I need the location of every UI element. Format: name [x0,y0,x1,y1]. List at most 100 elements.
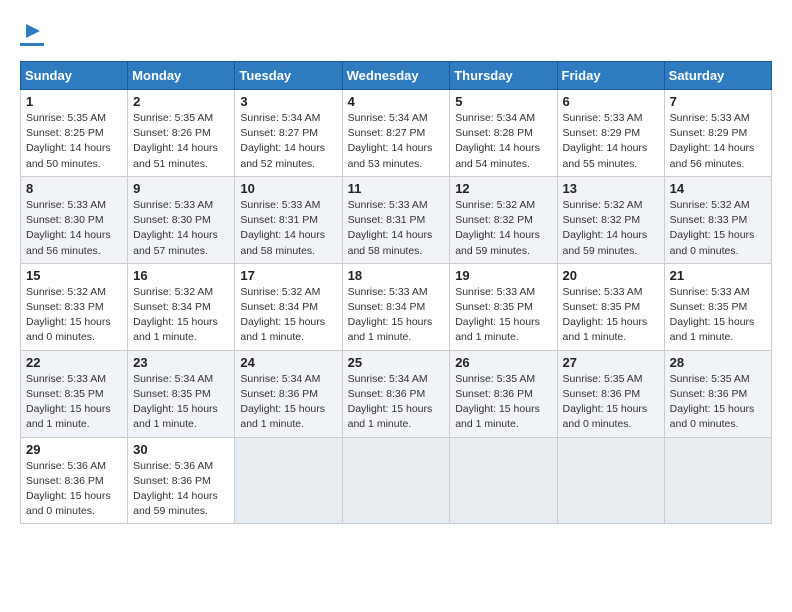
day-sunrise: Sunrise: 5:32 AM [133,286,213,298]
page-header [20,20,772,46]
day-sunrise: Sunrise: 5:32 AM [455,199,535,211]
calendar-cell: 16 Sunrise: 5:32 AM Sunset: 8:34 PM Dayl… [128,263,235,350]
day-number: 24 [240,355,336,370]
day-sunrise: Sunrise: 5:35 AM [563,373,643,385]
day-sunset: Sunset: 8:35 PM [563,301,641,313]
calendar-cell [664,437,771,524]
day-number: 5 [455,94,551,109]
day-sunrise: Sunrise: 5:33 AM [26,373,106,385]
day-sunset: Sunset: 8:36 PM [26,475,104,487]
day-number: 21 [670,268,766,283]
calendar-cell [235,437,342,524]
calendar-cell: 18 Sunrise: 5:33 AM Sunset: 8:34 PM Dayl… [342,263,450,350]
day-sunrise: Sunrise: 5:33 AM [348,286,428,298]
day-sunrise: Sunrise: 5:34 AM [133,373,213,385]
day-sunset: Sunset: 8:33 PM [670,214,748,226]
calendar-cell: 8 Sunrise: 5:33 AM Sunset: 8:30 PM Dayli… [21,176,128,263]
day-number: 28 [670,355,766,370]
day-number: 9 [133,181,229,196]
day-number: 18 [348,268,445,283]
day-sunset: Sunset: 8:35 PM [670,301,748,313]
logo-underline [20,43,44,46]
day-number: 29 [26,442,122,457]
calendar-cell: 14 Sunrise: 5:32 AM Sunset: 8:33 PM Dayl… [664,176,771,263]
calendar-cell: 6 Sunrise: 5:33 AM Sunset: 8:29 PM Dayli… [557,90,664,177]
calendar-cell: 10 Sunrise: 5:33 AM Sunset: 8:31 PM Dayl… [235,176,342,263]
day-daylight: Daylight: 15 hours and 1 minute. [455,403,540,430]
day-sunrise: Sunrise: 5:33 AM [348,199,428,211]
calendar-cell: 9 Sunrise: 5:33 AM Sunset: 8:30 PM Dayli… [128,176,235,263]
day-sunset: Sunset: 8:26 PM [133,127,211,139]
calendar-cell [557,437,664,524]
day-sunset: Sunset: 8:25 PM [26,127,104,139]
day-daylight: Daylight: 15 hours and 1 minute. [455,316,540,343]
calendar-cell: 27 Sunrise: 5:35 AM Sunset: 8:36 PM Dayl… [557,350,664,437]
day-sunset: Sunset: 8:28 PM [455,127,533,139]
day-daylight: Daylight: 15 hours and 0 minutes. [26,316,111,343]
weekday-header-friday: Friday [557,62,664,90]
calendar-cell: 22 Sunrise: 5:33 AM Sunset: 8:35 PM Dayl… [21,350,128,437]
day-daylight: Daylight: 14 hours and 51 minutes. [133,142,218,169]
day-sunset: Sunset: 8:32 PM [455,214,533,226]
day-sunrise: Sunrise: 5:33 AM [26,199,106,211]
calendar-cell [450,437,557,524]
day-daylight: Daylight: 14 hours and 53 minutes. [348,142,433,169]
day-sunrise: Sunrise: 5:33 AM [133,199,213,211]
calendar-week-1: 1 Sunrise: 5:35 AM Sunset: 8:25 PM Dayli… [21,90,772,177]
day-daylight: Daylight: 15 hours and 1 minute. [240,316,325,343]
calendar-cell: 15 Sunrise: 5:32 AM Sunset: 8:33 PM Dayl… [21,263,128,350]
weekday-header-sunday: Sunday [21,62,128,90]
day-sunrise: Sunrise: 5:33 AM [455,286,535,298]
day-number: 26 [455,355,551,370]
day-sunrise: Sunrise: 5:33 AM [563,112,643,124]
calendar-week-5: 29 Sunrise: 5:36 AM Sunset: 8:36 PM Dayl… [21,437,772,524]
calendar-cell: 4 Sunrise: 5:34 AM Sunset: 8:27 PM Dayli… [342,90,450,177]
day-number: 7 [670,94,766,109]
calendar-week-2: 8 Sunrise: 5:33 AM Sunset: 8:30 PM Dayli… [21,176,772,263]
day-sunrise: Sunrise: 5:33 AM [563,286,643,298]
day-daylight: Daylight: 14 hours and 52 minutes. [240,142,325,169]
day-daylight: Daylight: 15 hours and 1 minute. [348,316,433,343]
calendar-cell: 26 Sunrise: 5:35 AM Sunset: 8:36 PM Dayl… [450,350,557,437]
calendar-cell: 13 Sunrise: 5:32 AM Sunset: 8:32 PM Dayl… [557,176,664,263]
day-number: 11 [348,181,445,196]
weekday-header-tuesday: Tuesday [235,62,342,90]
logo [20,20,44,46]
calendar-table: SundayMondayTuesdayWednesdayThursdayFrid… [20,61,772,524]
calendar-cell: 24 Sunrise: 5:34 AM Sunset: 8:36 PM Dayl… [235,350,342,437]
calendar-header-row: SundayMondayTuesdayWednesdayThursdayFrid… [21,62,772,90]
day-number: 2 [133,94,229,109]
day-sunrise: Sunrise: 5:35 AM [455,373,535,385]
calendar-cell: 20 Sunrise: 5:33 AM Sunset: 8:35 PM Dayl… [557,263,664,350]
day-sunset: Sunset: 8:32 PM [563,214,641,226]
day-sunrise: Sunrise: 5:36 AM [133,460,213,472]
day-daylight: Daylight: 14 hours and 58 minutes. [348,229,433,256]
day-sunset: Sunset: 8:35 PM [133,388,211,400]
day-daylight: Daylight: 14 hours and 59 minutes. [563,229,648,256]
day-daylight: Daylight: 14 hours and 56 minutes. [670,142,755,169]
day-number: 6 [563,94,659,109]
day-number: 4 [348,94,445,109]
weekday-header-monday: Monday [128,62,235,90]
day-number: 27 [563,355,659,370]
day-sunrise: Sunrise: 5:34 AM [455,112,535,124]
day-number: 23 [133,355,229,370]
day-sunset: Sunset: 8:36 PM [563,388,641,400]
calendar-cell: 25 Sunrise: 5:34 AM Sunset: 8:36 PM Dayl… [342,350,450,437]
calendar-cell: 11 Sunrise: 5:33 AM Sunset: 8:31 PM Dayl… [342,176,450,263]
day-sunrise: Sunrise: 5:34 AM [348,112,428,124]
day-daylight: Daylight: 14 hours and 50 minutes. [26,142,111,169]
day-daylight: Daylight: 15 hours and 0 minutes. [26,490,111,517]
calendar-cell [342,437,450,524]
day-daylight: Daylight: 14 hours and 58 minutes. [240,229,325,256]
day-daylight: Daylight: 14 hours and 54 minutes. [455,142,540,169]
day-sunrise: Sunrise: 5:33 AM [240,199,320,211]
day-daylight: Daylight: 15 hours and 1 minute. [670,316,755,343]
day-daylight: Daylight: 15 hours and 0 minutes. [563,403,648,430]
day-sunset: Sunset: 8:36 PM [133,475,211,487]
calendar-cell: 21 Sunrise: 5:33 AM Sunset: 8:35 PM Dayl… [664,263,771,350]
weekday-header-thursday: Thursday [450,62,557,90]
day-sunrise: Sunrise: 5:36 AM [26,460,106,472]
calendar-cell: 30 Sunrise: 5:36 AM Sunset: 8:36 PM Dayl… [128,437,235,524]
day-sunrise: Sunrise: 5:32 AM [26,286,106,298]
